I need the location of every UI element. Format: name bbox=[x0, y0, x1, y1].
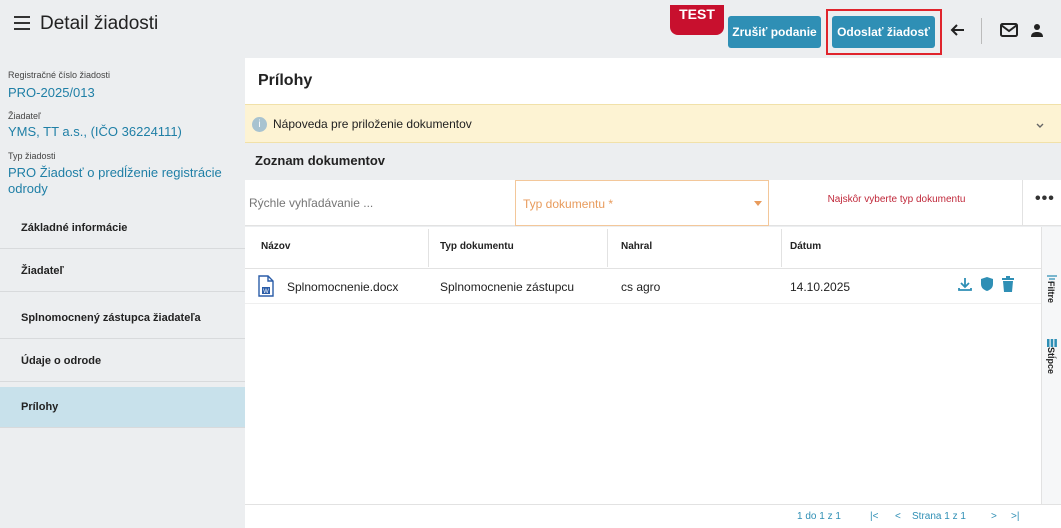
applicant-label: Žiadateľ bbox=[8, 111, 41, 121]
table-row[interactable]: W Splnomocnenie.docx Splnomocnenie zástu… bbox=[245, 269, 1041, 304]
cancel-submission-button[interactable]: Zrušiť podanie bbox=[728, 16, 821, 48]
divider bbox=[981, 18, 982, 44]
chevron-down-icon bbox=[1035, 118, 1045, 136]
download-icon[interactable] bbox=[957, 276, 973, 297]
section-title: Prílohy bbox=[258, 72, 313, 89]
sidebar-item-applicant[interactable]: Žiadateľ bbox=[0, 251, 245, 292]
document-type-select[interactable]: Typ dokumentu * bbox=[515, 180, 769, 226]
last-page-icon[interactable]: >| bbox=[1011, 511, 1019, 522]
menu-icon[interactable] bbox=[14, 16, 30, 30]
row-actions bbox=[957, 276, 1015, 297]
table-header: Názov Typ dokumentu Nahral Dátum bbox=[245, 227, 1041, 269]
grid-side-panel: Filtre Stĺpce bbox=[1041, 227, 1061, 504]
document-type: Splnomocnenie zástupcu bbox=[440, 280, 575, 294]
more-options-button[interactable]: ••• bbox=[1035, 190, 1055, 208]
filters-tab[interactable]: Filtre bbox=[1046, 281, 1056, 303]
columns-tab[interactable]: Stĺpce bbox=[1046, 347, 1056, 374]
page-indicator: Strana 1 z 1 bbox=[912, 511, 966, 522]
previous-page-icon[interactable]: < bbox=[895, 511, 901, 522]
request-type-value-line1: PRO Žiadosť o predĺženie registrácie bbox=[8, 165, 222, 180]
pagination-range: 1 do 1 z 1 bbox=[797, 511, 841, 522]
column-header-type[interactable]: Typ dokumentu bbox=[440, 241, 514, 252]
column-header-name[interactable]: Názov bbox=[261, 241, 290, 252]
registration-number-value: PRO-2025/013 bbox=[8, 85, 95, 100]
documents-table: Názov Typ dokumentu Nahral Dátum W Splno… bbox=[245, 227, 1041, 528]
help-text: Nápoveda pre priloženie dokumentov bbox=[273, 117, 472, 131]
column-header-date[interactable]: Dátum bbox=[790, 241, 821, 252]
user-icon[interactable] bbox=[1024, 17, 1050, 43]
request-type-value-line2: odrody bbox=[8, 181, 48, 196]
column-separator bbox=[781, 229, 782, 267]
column-separator bbox=[607, 229, 608, 267]
help-accordion[interactable]: i Nápoveda pre priloženie dokumentov bbox=[245, 104, 1061, 143]
request-type-label: Typ žiadosti bbox=[8, 151, 56, 161]
send-request-button[interactable]: Odoslať žiadosť bbox=[832, 16, 935, 48]
sidebar: Registračné číslo žiadosti PRO-2025/013 … bbox=[0, 58, 245, 528]
mail-icon[interactable] bbox=[996, 17, 1022, 43]
page-title: Detail žiadosti bbox=[40, 13, 159, 34]
upload-hint: Najskôr vyberte typ dokumentu bbox=[771, 180, 1023, 226]
dropdown-arrow-icon bbox=[754, 201, 762, 206]
applicant-value: YMS, TT a.s., (IČO 36224111) bbox=[8, 124, 182, 139]
main-content: Prílohy i Nápoveda pre priloženie dokume… bbox=[245, 58, 1061, 528]
quick-search-input[interactable] bbox=[245, 180, 515, 226]
first-page-icon[interactable]: |< bbox=[870, 511, 878, 522]
top-bar: Detail žiadosti TEST Zrušiť podanie Odos… bbox=[0, 0, 1061, 58]
registration-number-label: Registračné číslo žiadosti bbox=[8, 70, 111, 80]
attachments-header: Prílohy bbox=[245, 58, 1061, 104]
word-file-icon: W bbox=[257, 275, 275, 302]
uploaded-by: cs agro bbox=[621, 280, 661, 294]
delete-icon[interactable] bbox=[1001, 276, 1015, 297]
documents-toolbar: Typ dokumentu * Najskôr vyberte typ doku… bbox=[245, 180, 1061, 226]
file-name[interactable]: Splnomocnenie.docx bbox=[287, 280, 398, 294]
test-badge: TEST bbox=[670, 5, 724, 35]
column-separator bbox=[428, 229, 429, 267]
svg-text:W: W bbox=[263, 289, 269, 295]
document-type-placeholder: Typ dokumentu * bbox=[523, 197, 614, 211]
sidebar-item-variety-data[interactable]: Údaje o odrode bbox=[0, 341, 245, 382]
sidebar-item-attachments[interactable]: Prílohy bbox=[0, 387, 245, 428]
upload-date: 14.10.2025 bbox=[790, 280, 851, 294]
documents-list-title: Zoznam dokumentov bbox=[255, 153, 386, 168]
sidebar-item-representative[interactable]: Splnomocnený zástupca žiadateľa bbox=[0, 298, 245, 339]
back-arrow-icon[interactable] bbox=[945, 17, 971, 43]
next-page-icon[interactable]: > bbox=[991, 511, 997, 522]
sidebar-item-basic-info[interactable]: Základné informácie bbox=[0, 208, 245, 249]
shield-icon[interactable] bbox=[979, 276, 995, 297]
column-header-uploader[interactable]: Nahral bbox=[621, 241, 652, 252]
info-icon: i bbox=[252, 117, 267, 132]
pagination: 1 do 1 z 1 |< < Strana 1 z 1 > >| bbox=[245, 504, 1061, 528]
